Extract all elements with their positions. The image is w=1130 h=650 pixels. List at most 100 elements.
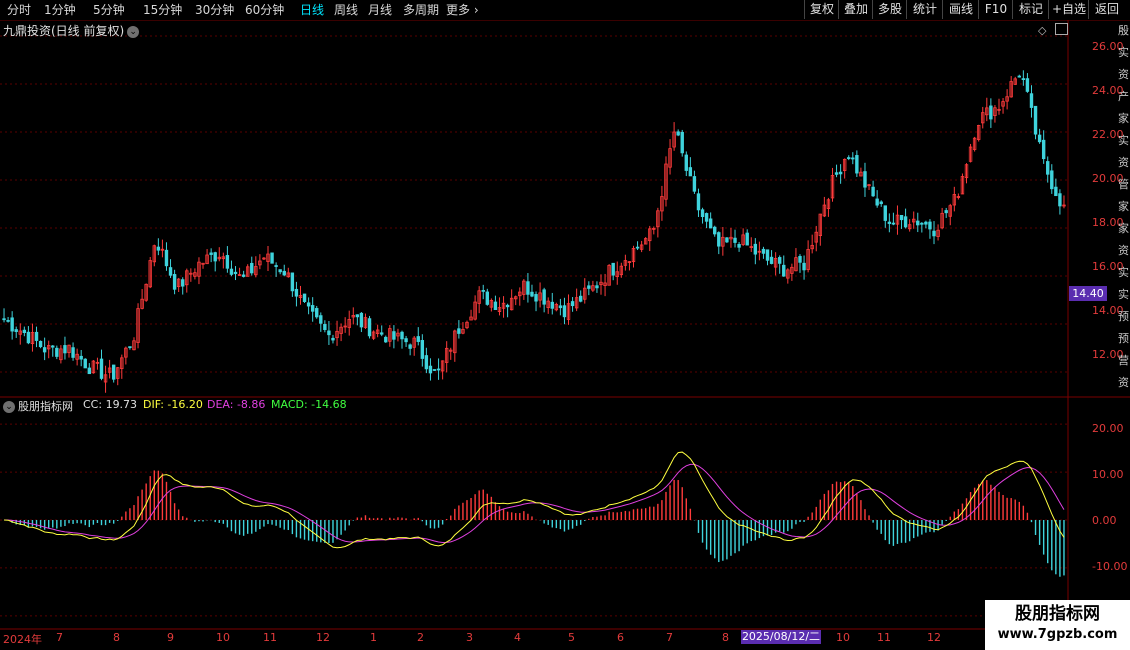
candle-body — [485, 291, 489, 305]
dea-value: DEA: -8.86 — [207, 398, 266, 411]
candle-body — [704, 213, 709, 222]
candle-body — [22, 329, 27, 334]
candle-body — [51, 345, 55, 348]
candle-body — [400, 331, 404, 340]
grid-lines — [0, 20, 1130, 630]
candle-body — [920, 222, 924, 225]
candle-body — [79, 355, 83, 360]
candle-body — [306, 302, 311, 307]
candle-body — [684, 154, 688, 171]
candle-body — [924, 221, 928, 225]
candle-body — [457, 328, 461, 334]
candle-body — [38, 340, 43, 348]
candle-body — [708, 218, 713, 229]
candle-body — [436, 368, 441, 371]
candle-body — [270, 252, 274, 264]
x-tick: 3 — [466, 631, 473, 644]
indicator-name[interactable]: ⌄ 股朋指标网 — [3, 398, 73, 414]
watermark: 股朋指标网 www.7gpzb.com — [985, 600, 1130, 650]
candle-body — [168, 267, 173, 276]
x-tick: 11 — [877, 631, 891, 644]
candle-body — [765, 249, 770, 261]
candle-body — [408, 344, 412, 349]
x-tick: 4 — [514, 631, 521, 644]
candle-body — [1041, 139, 1046, 160]
candle-body — [416, 336, 420, 342]
candle-body — [733, 237, 737, 243]
candle-body — [1021, 78, 1026, 81]
candle-body — [327, 330, 331, 336]
macd-y-tick: 20.00 — [1092, 422, 1124, 435]
candle-body — [562, 305, 567, 318]
candle-body — [111, 364, 116, 380]
candle-body — [863, 171, 867, 188]
candle-body — [745, 232, 749, 246]
candle-body — [380, 332, 384, 335]
kline-chart[interactable] — [0, 0, 1130, 650]
chevron-down-icon[interactable]: ⌄ — [3, 401, 15, 413]
candle-body — [290, 272, 295, 292]
candle-body — [534, 294, 538, 302]
candle-body — [989, 105, 993, 120]
candle-body — [558, 305, 563, 309]
candle-body — [315, 308, 319, 318]
x-tick: 12 — [316, 631, 330, 644]
candle-body — [99, 358, 104, 379]
candle-body — [700, 209, 705, 218]
candle-body — [899, 214, 904, 221]
macd-histogram — [7, 470, 1065, 577]
macd-y-tick: -10.00 — [1092, 560, 1128, 573]
info-sidebar[interactable]: 殷实资产家实资管家家资实实 预 预 营 资 投 资 实 分 投 投 收 — [1118, 20, 1130, 398]
candle-body — [42, 347, 47, 353]
candle-body — [55, 347, 59, 357]
candle-body — [1050, 170, 1054, 190]
candle-body — [777, 257, 782, 264]
candle-body — [875, 198, 879, 206]
candle-body — [1058, 193, 1062, 207]
diamond-icon[interactable]: ◇ — [1038, 24, 1046, 37]
candle-body — [526, 281, 530, 295]
candle-body — [26, 331, 31, 344]
candle-body — [2, 318, 6, 321]
candle-body — [838, 171, 843, 175]
candle-body — [542, 289, 546, 305]
candle-body — [1029, 93, 1034, 108]
candle-body — [481, 290, 485, 292]
x-tick: 2 — [417, 631, 424, 644]
indicator-name-text: 股朋指标网 — [18, 400, 73, 413]
window-toggle-icon[interactable] — [1055, 23, 1068, 35]
stock-title[interactable]: 九鼎投资(日线 前复权) ⌄ — [3, 22, 140, 39]
chevron-down-icon[interactable]: ⌄ — [127, 25, 140, 38]
candle-body — [769, 256, 774, 264]
candle-body — [1054, 186, 1058, 197]
candle-body — [1046, 161, 1050, 175]
x-tick: 9 — [167, 631, 174, 644]
candle-body — [753, 243, 758, 255]
candle-body — [233, 271, 238, 275]
candle-body — [1017, 75, 1021, 78]
candle-body — [404, 338, 408, 343]
candle-body — [871, 186, 875, 197]
candle-body — [696, 193, 701, 211]
candle-body — [680, 131, 684, 154]
candle-body — [932, 230, 936, 237]
candle-body — [87, 367, 92, 375]
x-tick: 12 — [927, 631, 941, 644]
macd-value: MACD: -14.68 — [271, 398, 347, 411]
candle-body — [1025, 78, 1030, 92]
cc-value: CC: 19.73 — [83, 398, 138, 411]
candle-body — [944, 210, 948, 214]
candle-body — [737, 244, 741, 248]
candle-body — [302, 293, 307, 303]
x-tick: 11 — [263, 631, 277, 644]
candle-body — [432, 369, 437, 371]
candle-body — [355, 314, 360, 318]
candle-body — [713, 226, 717, 235]
candle-body — [420, 340, 425, 359]
candle-body — [761, 248, 766, 254]
watermark-title: 股朋指标网 — [1015, 604, 1100, 624]
candle-body — [128, 346, 132, 349]
candle-body — [587, 285, 591, 289]
candle-body — [928, 221, 932, 230]
candle-body — [392, 331, 396, 340]
